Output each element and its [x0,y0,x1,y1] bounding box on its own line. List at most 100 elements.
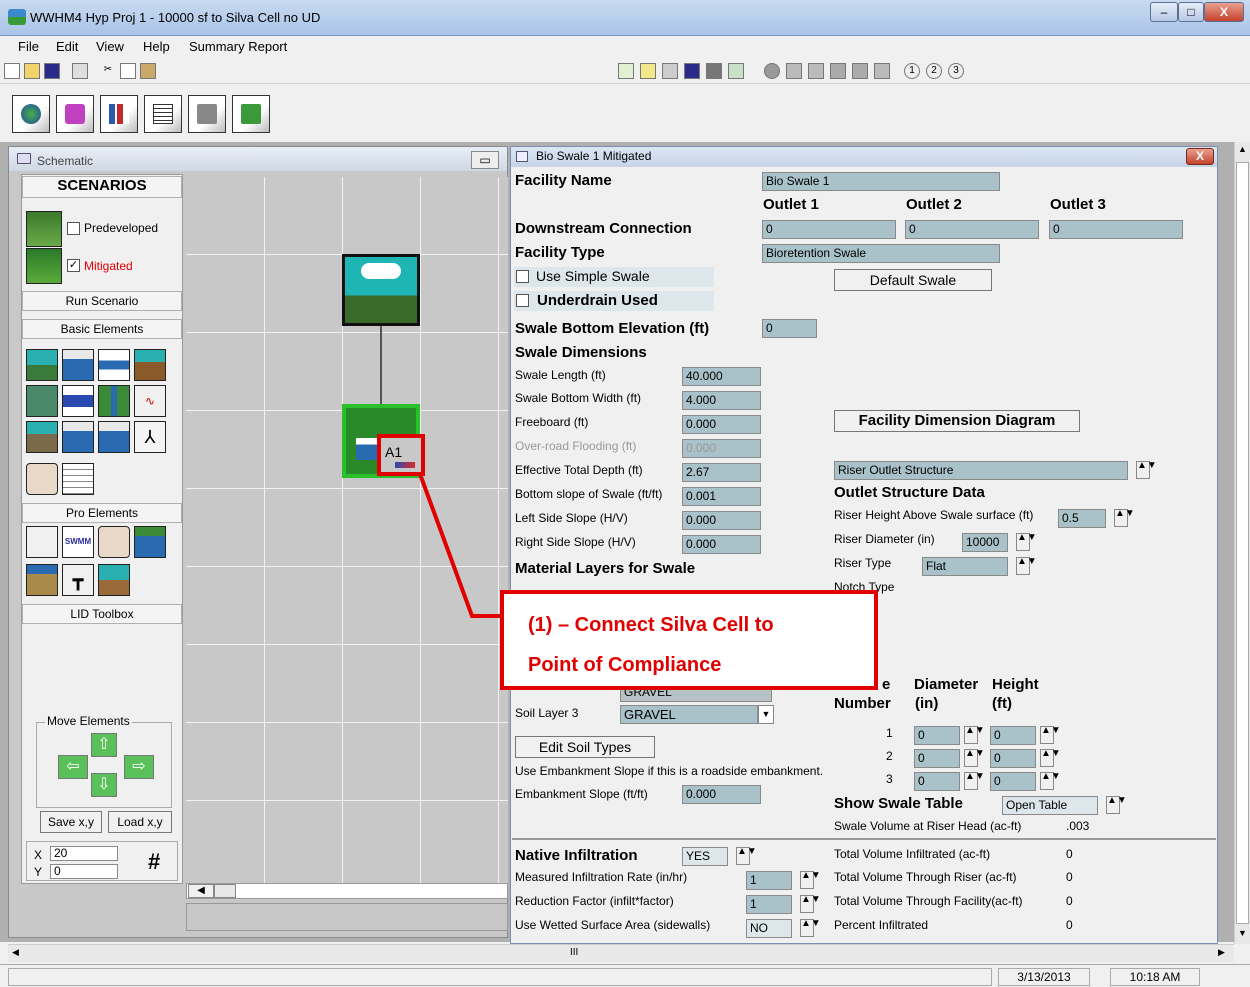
riser-diameter-input[interactable]: 10000 [962,533,1008,552]
orifice-1-height-spinner[interactable]: ▲▼ [1040,726,1061,744]
pipe-tee-icon[interactable]: ┳ [62,564,94,596]
copy-icon[interactable] [120,63,136,79]
embankment-slope-input[interactable]: 0.000 [682,785,761,804]
swmm-icon[interactable]: SWMM [62,526,94,558]
tool-a-icon[interactable] [786,63,802,79]
flow-splitter-icon[interactable]: ∿ [134,385,166,417]
menu-view[interactable]: View [96,39,124,54]
load-xy-button[interactable]: Load x,y [108,811,172,833]
infiltration-rate-spinner[interactable]: ▲▼ [800,871,821,889]
scroll-down-icon[interactable]: ▼ [1238,928,1247,938]
menu-help[interactable]: Help [143,39,170,54]
save-report-icon[interactable] [684,63,700,79]
default-swale-button[interactable]: Default Swale [834,269,992,291]
table-icon[interactable] [706,63,722,79]
scroll-grip[interactable]: III [570,947,578,958]
tool-b-icon[interactable] [808,63,824,79]
close-button[interactable]: X [1204,2,1244,22]
swale-icon[interactable] [62,421,94,453]
cad-icon[interactable] [98,526,130,558]
wetted-surface-spinner[interactable]: ▲▼ [800,919,821,937]
permeable-pavement-icon[interactable] [26,564,58,596]
orifice-2-height-spinner[interactable]: ▲▼ [1040,749,1061,767]
orifice-2-diameter-input[interactable]: 0 [914,749,960,768]
main-horizontal-scrollbar[interactable]: ◀ III ▶ [8,944,1234,962]
orifice-2-diameter-spinner[interactable]: ▲▼ [964,749,985,767]
maximize-button[interactable]: □ [1178,2,1204,22]
menu-summary-report[interactable]: Summary Report [189,39,287,54]
underdrain-checkbox[interactable] [516,294,529,307]
globe-icon[interactable] [12,95,50,133]
orifice-3-diameter-input[interactable]: 0 [914,772,960,791]
outlet-structure-select[interactable]: Riser Outlet Structure [834,461,1128,480]
effective-depth-input[interactable]: 2.67 [682,463,761,482]
record-icon[interactable] [764,63,780,79]
mitigated-checkbox[interactable]: ✓ [67,259,80,272]
orifice-1-diameter-input[interactable]: 0 [914,726,960,745]
grid-toggle-icon[interactable]: # [148,849,160,875]
riser-height-input[interactable]: 0.5 [1058,509,1106,528]
soil-layer-3-select[interactable]: GRAVEL [620,705,758,724]
print-report-icon[interactable] [662,63,678,79]
edit-soil-types-button[interactable]: Edit Soil Types [515,736,655,758]
bio-swale-close-button[interactable]: X [1186,148,1214,165]
outlet2-connection-input[interactable]: 0 [905,220,1039,239]
bio-swale-icon[interactable] [98,421,130,453]
basin-rain-node[interactable] [342,254,420,326]
hscroll-thumb[interactable] [214,884,236,898]
vault-icon[interactable] [98,349,130,381]
trapezoid-pond-icon[interactable] [62,349,94,381]
tool-d-icon[interactable] [852,63,868,79]
scroll-thumb[interactable] [1236,162,1249,924]
rain-element-icon[interactable] [26,349,58,381]
save-icon[interactable] [44,63,60,79]
mitigated-icon[interactable] [26,248,62,284]
green-roof-icon[interactable] [98,564,130,596]
open-folder-icon[interactable] [24,63,40,79]
reduction-factor-spinner[interactable]: ▲▼ [800,895,821,913]
schematic-minimize-button[interactable]: ▭ [471,151,499,169]
reduction-factor-input[interactable]: 1 [746,895,792,914]
edit-icon[interactable] [618,63,634,79]
facility-name-input[interactable]: Bio Swale 1 [762,172,1000,191]
table-element-icon[interactable] [62,463,94,495]
right-side-slope-input[interactable]: 0.000 [682,535,761,554]
channel-icon[interactable] [26,385,58,417]
report-icon[interactable] [640,63,656,79]
riser-type-spinner[interactable]: ▲▼ [1016,557,1037,575]
minimize-button[interactable]: – [1150,2,1178,22]
tank-icon[interactable] [62,385,94,417]
scroll-up-icon[interactable]: ▲ [1238,144,1247,154]
gravel-trench-icon[interactable] [26,421,58,453]
lateral-basin-icon[interactable] [26,463,58,495]
riser-height-spinner[interactable]: ▲▼ [1114,509,1135,527]
circle-one-icon[interactable]: 1 [904,63,920,79]
left-side-slope-input[interactable]: 0.000 [682,511,761,530]
stream-icon[interactable] [98,385,130,417]
facility-type-input[interactable]: Bioretention Swale [762,244,1000,263]
swale-bottom-width-input[interactable]: 4.000 [682,391,761,410]
riser-type-select[interactable]: Flat [922,557,1008,576]
move-left-button[interactable]: ⇦ [58,755,88,779]
document-icon[interactable] [144,95,182,133]
save-xy-button[interactable]: Save x,y [40,811,102,833]
hscroll-left-icon[interactable]: ◀ [188,884,214,898]
freeboard-input[interactable]: 0.000 [682,415,761,434]
open-table-spinner[interactable]: ▲▼ [1106,796,1127,814]
x-input[interactable]: 20 [50,846,118,861]
predeveloped-icon[interactable] [26,211,62,247]
orifice-1-diameter-spinner[interactable]: ▲▼ [964,726,985,744]
orifice-2-height-input[interactable]: 0 [990,749,1036,768]
graph-icon[interactable] [728,63,744,79]
move-right-button[interactable]: ⇨ [124,755,154,779]
chevron-down-icon[interactable]: ▼ [758,705,774,724]
bottom-elevation-input[interactable]: 0 [762,319,817,338]
junction-icon[interactable]: ⅄ [134,421,166,453]
menu-file[interactable]: File [18,39,39,54]
circle-three-icon[interactable]: 3 [948,63,964,79]
trench-icon[interactable] [134,349,166,381]
orifice-3-height-spinner[interactable]: ▲▼ [1040,772,1061,790]
cut-icon[interactable]: ✂ [100,63,116,79]
predeveloped-checkbox[interactable] [67,222,80,235]
swale-length-input[interactable]: 40.000 [682,367,761,386]
